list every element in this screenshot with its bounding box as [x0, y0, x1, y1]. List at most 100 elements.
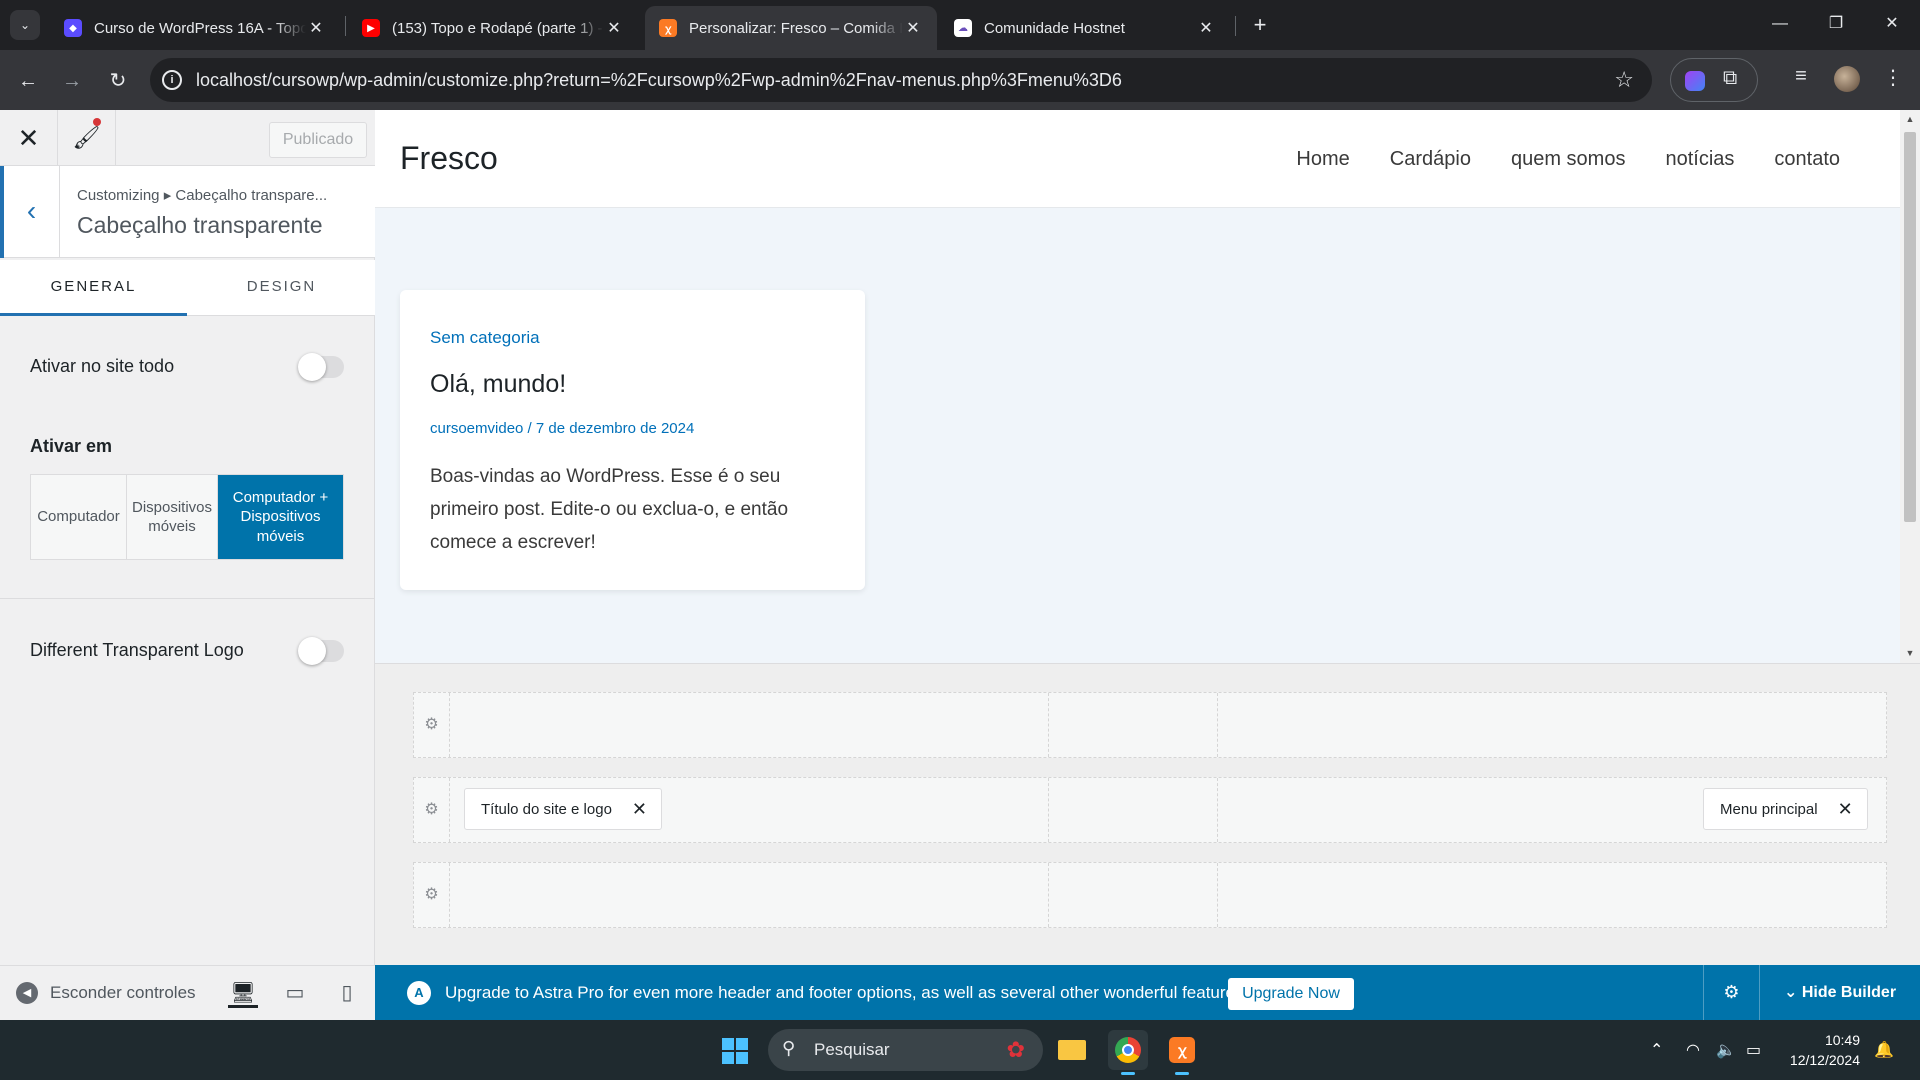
preview-scrollbar[interactable]: ▲ ▼: [1900, 110, 1920, 663]
tab-separator: [345, 16, 346, 36]
nav-item-contato[interactable]: contato: [1774, 148, 1840, 171]
close-tab-icon[interactable]: ✕: [306, 18, 326, 38]
nav-item-home[interactable]: Home: [1296, 148, 1349, 171]
brush-icon[interactable]: 🖌: [58, 110, 116, 166]
customizer-tabs: GENERAL DESIGN: [0, 260, 375, 316]
chrome-icon[interactable]: [1108, 1030, 1148, 1075]
header-builder: ⚙ ⚙ Título do site e logo ✕ Menu princip…: [375, 663, 1920, 965]
option-desktop-mobile[interactable]: Computador + Dispositivos móveis: [218, 475, 343, 559]
builder-row-below: ⚙: [413, 862, 1887, 928]
close-customizer-icon[interactable]: ✕: [0, 110, 58, 166]
tablet-preview-icon[interactable]: ▭: [280, 978, 310, 1008]
browser-tab-customizer[interactable]: ꭓ Personalizar: Fresco – Comida Italiana…: [645, 6, 937, 50]
windows-start-icon[interactable]: [722, 1038, 748, 1064]
bookmark-star-icon[interactable]: ☆: [1614, 67, 1634, 93]
nav-item-quem-somos[interactable]: quem somos: [1511, 148, 1626, 171]
desktop-preview-icon[interactable]: 🖥: [228, 978, 258, 1008]
enable-on-heading: Ativar em: [30, 436, 113, 456]
tab-search-button[interactable]: ⌄: [10, 10, 40, 40]
windows-taskbar: ⚲ Pesquisar ✿ ꭓ ⌃ ◠ 🔈 ▭ 10:49 12/12/2024…: [0, 1020, 1920, 1080]
scrollbar-thumb[interactable]: [1904, 132, 1916, 522]
hide-builder-button[interactable]: ⌄ Hide Builder: [1759, 965, 1920, 1020]
poinsettia-icon: ✿: [1006, 1037, 1025, 1062]
builder-zone-left[interactable]: [450, 863, 1049, 927]
option-desktop[interactable]: Computador: [31, 475, 127, 559]
xampp-icon[interactable]: ꭓ: [1162, 1030, 1202, 1075]
post-category[interactable]: Sem categoria: [430, 328, 540, 348]
scroll-down-icon[interactable]: ▼: [1900, 648, 1920, 658]
browser-toolbar: ← → ↻ i localhost/cursowp/wp-admin/custo…: [0, 50, 1920, 110]
post-title[interactable]: Olá, mundo!: [430, 370, 566, 399]
different-logo-label: Different Transparent Logo: [30, 640, 244, 660]
close-window-icon[interactable]: ✕: [1864, 0, 1920, 48]
forward-arrow-icon[interactable]: →: [56, 65, 88, 97]
post-meta[interactable]: cursoemvideo / 7 de dezembro de 2024: [430, 420, 694, 437]
different-logo-toggle[interactable]: [298, 637, 344, 665]
builder-settings-gear-icon[interactable]: ⚙: [1703, 965, 1759, 1020]
option-mobile[interactable]: Dispositivos móveis: [127, 475, 218, 559]
row-settings-gear-icon[interactable]: ⚙: [414, 863, 450, 927]
browser-tab-curso[interactable]: ◆ Curso de WordPress 16A - Topo e Rodapé…: [50, 6, 340, 50]
row-settings-gear-icon[interactable]: ⚙: [414, 693, 450, 757]
site-title-logo-chip[interactable]: Título do site e logo ✕: [464, 788, 663, 830]
row-settings-gear-icon[interactable]: ⚙: [414, 778, 450, 842]
toggle-knob: [298, 637, 326, 665]
close-tab-icon[interactable]: ✕: [1196, 18, 1216, 38]
remove-chip-icon[interactable]: ✕: [1838, 799, 1853, 820]
taskbar-clock[interactable]: 10:49 12/12/2024: [1784, 1030, 1860, 1070]
show-hidden-icons-chevron[interactable]: ⌃: [1650, 1040, 1663, 1060]
battery-icon[interactable]: ▭: [1746, 1040, 1761, 1060]
enable-sitewide-toggle[interactable]: [298, 353, 344, 381]
browser-tab-youtube[interactable]: ▶ (153) Topo e Rodapé (parte 1) - YouTub…: [348, 6, 638, 50]
restore-window-icon[interactable]: ❐: [1808, 0, 1864, 48]
remove-chip-icon[interactable]: ✕: [632, 799, 647, 820]
section-title: Cabeçalho transparente: [77, 212, 323, 238]
builder-zone-left[interactable]: [450, 693, 1049, 757]
browser-tab-hostnet[interactable]: ☁ Comunidade Hostnet ✕: [940, 6, 1230, 50]
address-bar[interactable]: i localhost/cursowp/wp-admin/customize.p…: [150, 58, 1652, 102]
close-tab-icon[interactable]: ✕: [903, 18, 923, 38]
ai-extension-icon[interactable]: [1685, 71, 1705, 91]
xampp-icon: ꭓ: [659, 19, 677, 37]
nav-item-noticias[interactable]: notícias: [1665, 148, 1734, 171]
site-title[interactable]: Fresco: [400, 140, 498, 177]
post-excerpt: Boas-vindas ao WordPress. Esse é o seu p…: [430, 466, 789, 553]
media-controls-icon[interactable]: ≡: [1786, 65, 1816, 88]
back-chevron-icon[interactable]: ‹: [0, 166, 60, 258]
puzzle-extensions-icon[interactable]: ⧉: [1723, 67, 1737, 90]
browser-menu-icon[interactable]: ⋮: [1878, 65, 1908, 90]
close-tab-icon[interactable]: ✕: [604, 18, 624, 38]
notification-dot: [93, 118, 101, 126]
notification-bell-icon[interactable]: 🔔: [1874, 1040, 1894, 1060]
volume-icon[interactable]: 🔈: [1716, 1040, 1736, 1060]
publish-button[interactable]: Publicado: [269, 122, 367, 158]
nav-item-cardapio[interactable]: Cardápio: [1390, 148, 1471, 171]
upgrade-now-button[interactable]: Upgrade Now: [1228, 978, 1354, 1010]
astra-upsell-bar: A Upgrade to Astra Pro for even more hea…: [375, 965, 1920, 1020]
address-bar-url[interactable]: localhost/cursowp/wp-admin/customize.php…: [196, 70, 1122, 91]
scroll-up-icon[interactable]: ▲: [1900, 114, 1920, 124]
tab-design[interactable]: DESIGN: [188, 260, 375, 316]
file-explorer-icon[interactable]: [1052, 1030, 1092, 1070]
customizer-sidebar: ✕ 🖌 Publicado ‹ Customizing ▸ Cabeçalho …: [0, 110, 375, 1020]
builder-zone-center[interactable]: [1049, 778, 1218, 842]
profile-avatar[interactable]: [1834, 66, 1860, 92]
minimize-window-icon[interactable]: —: [1752, 0, 1808, 48]
builder-zone-center[interactable]: [1049, 863, 1218, 927]
taskbar-search[interactable]: ⚲ Pesquisar ✿: [768, 1029, 1043, 1071]
mobile-preview-icon[interactable]: ▯: [332, 978, 362, 1008]
reload-icon[interactable]: ↻: [102, 65, 134, 97]
customizer-footer: ◀ Esconder controles 🖥 ▭ ▯: [0, 965, 375, 1020]
builder-zone-center[interactable]: [1049, 693, 1218, 757]
site-info-icon[interactable]: i: [162, 70, 182, 90]
primary-menu: Home Cardápio quem somos notícias contat…: [1296, 148, 1840, 171]
tab-general[interactable]: GENERAL: [0, 260, 187, 316]
post-card: Sem categoria Olá, mundo! cursoemvideo /…: [400, 290, 865, 590]
builder-row-primary: ⚙ Título do site e logo ✕ Menu principal…: [413, 777, 1887, 843]
new-tab-button[interactable]: +: [1245, 10, 1275, 40]
hide-controls-button[interactable]: ◀ Esconder controles: [16, 982, 196, 1004]
browser-tab-strip: ⌄ ◆ Curso de WordPress 16A - Topo e Roda…: [0, 0, 1920, 50]
back-arrow-icon[interactable]: ←: [12, 65, 44, 97]
wifi-icon[interactable]: ◠: [1686, 1040, 1700, 1060]
primary-menu-chip[interactable]: Menu principal ✕: [1703, 788, 1868, 830]
